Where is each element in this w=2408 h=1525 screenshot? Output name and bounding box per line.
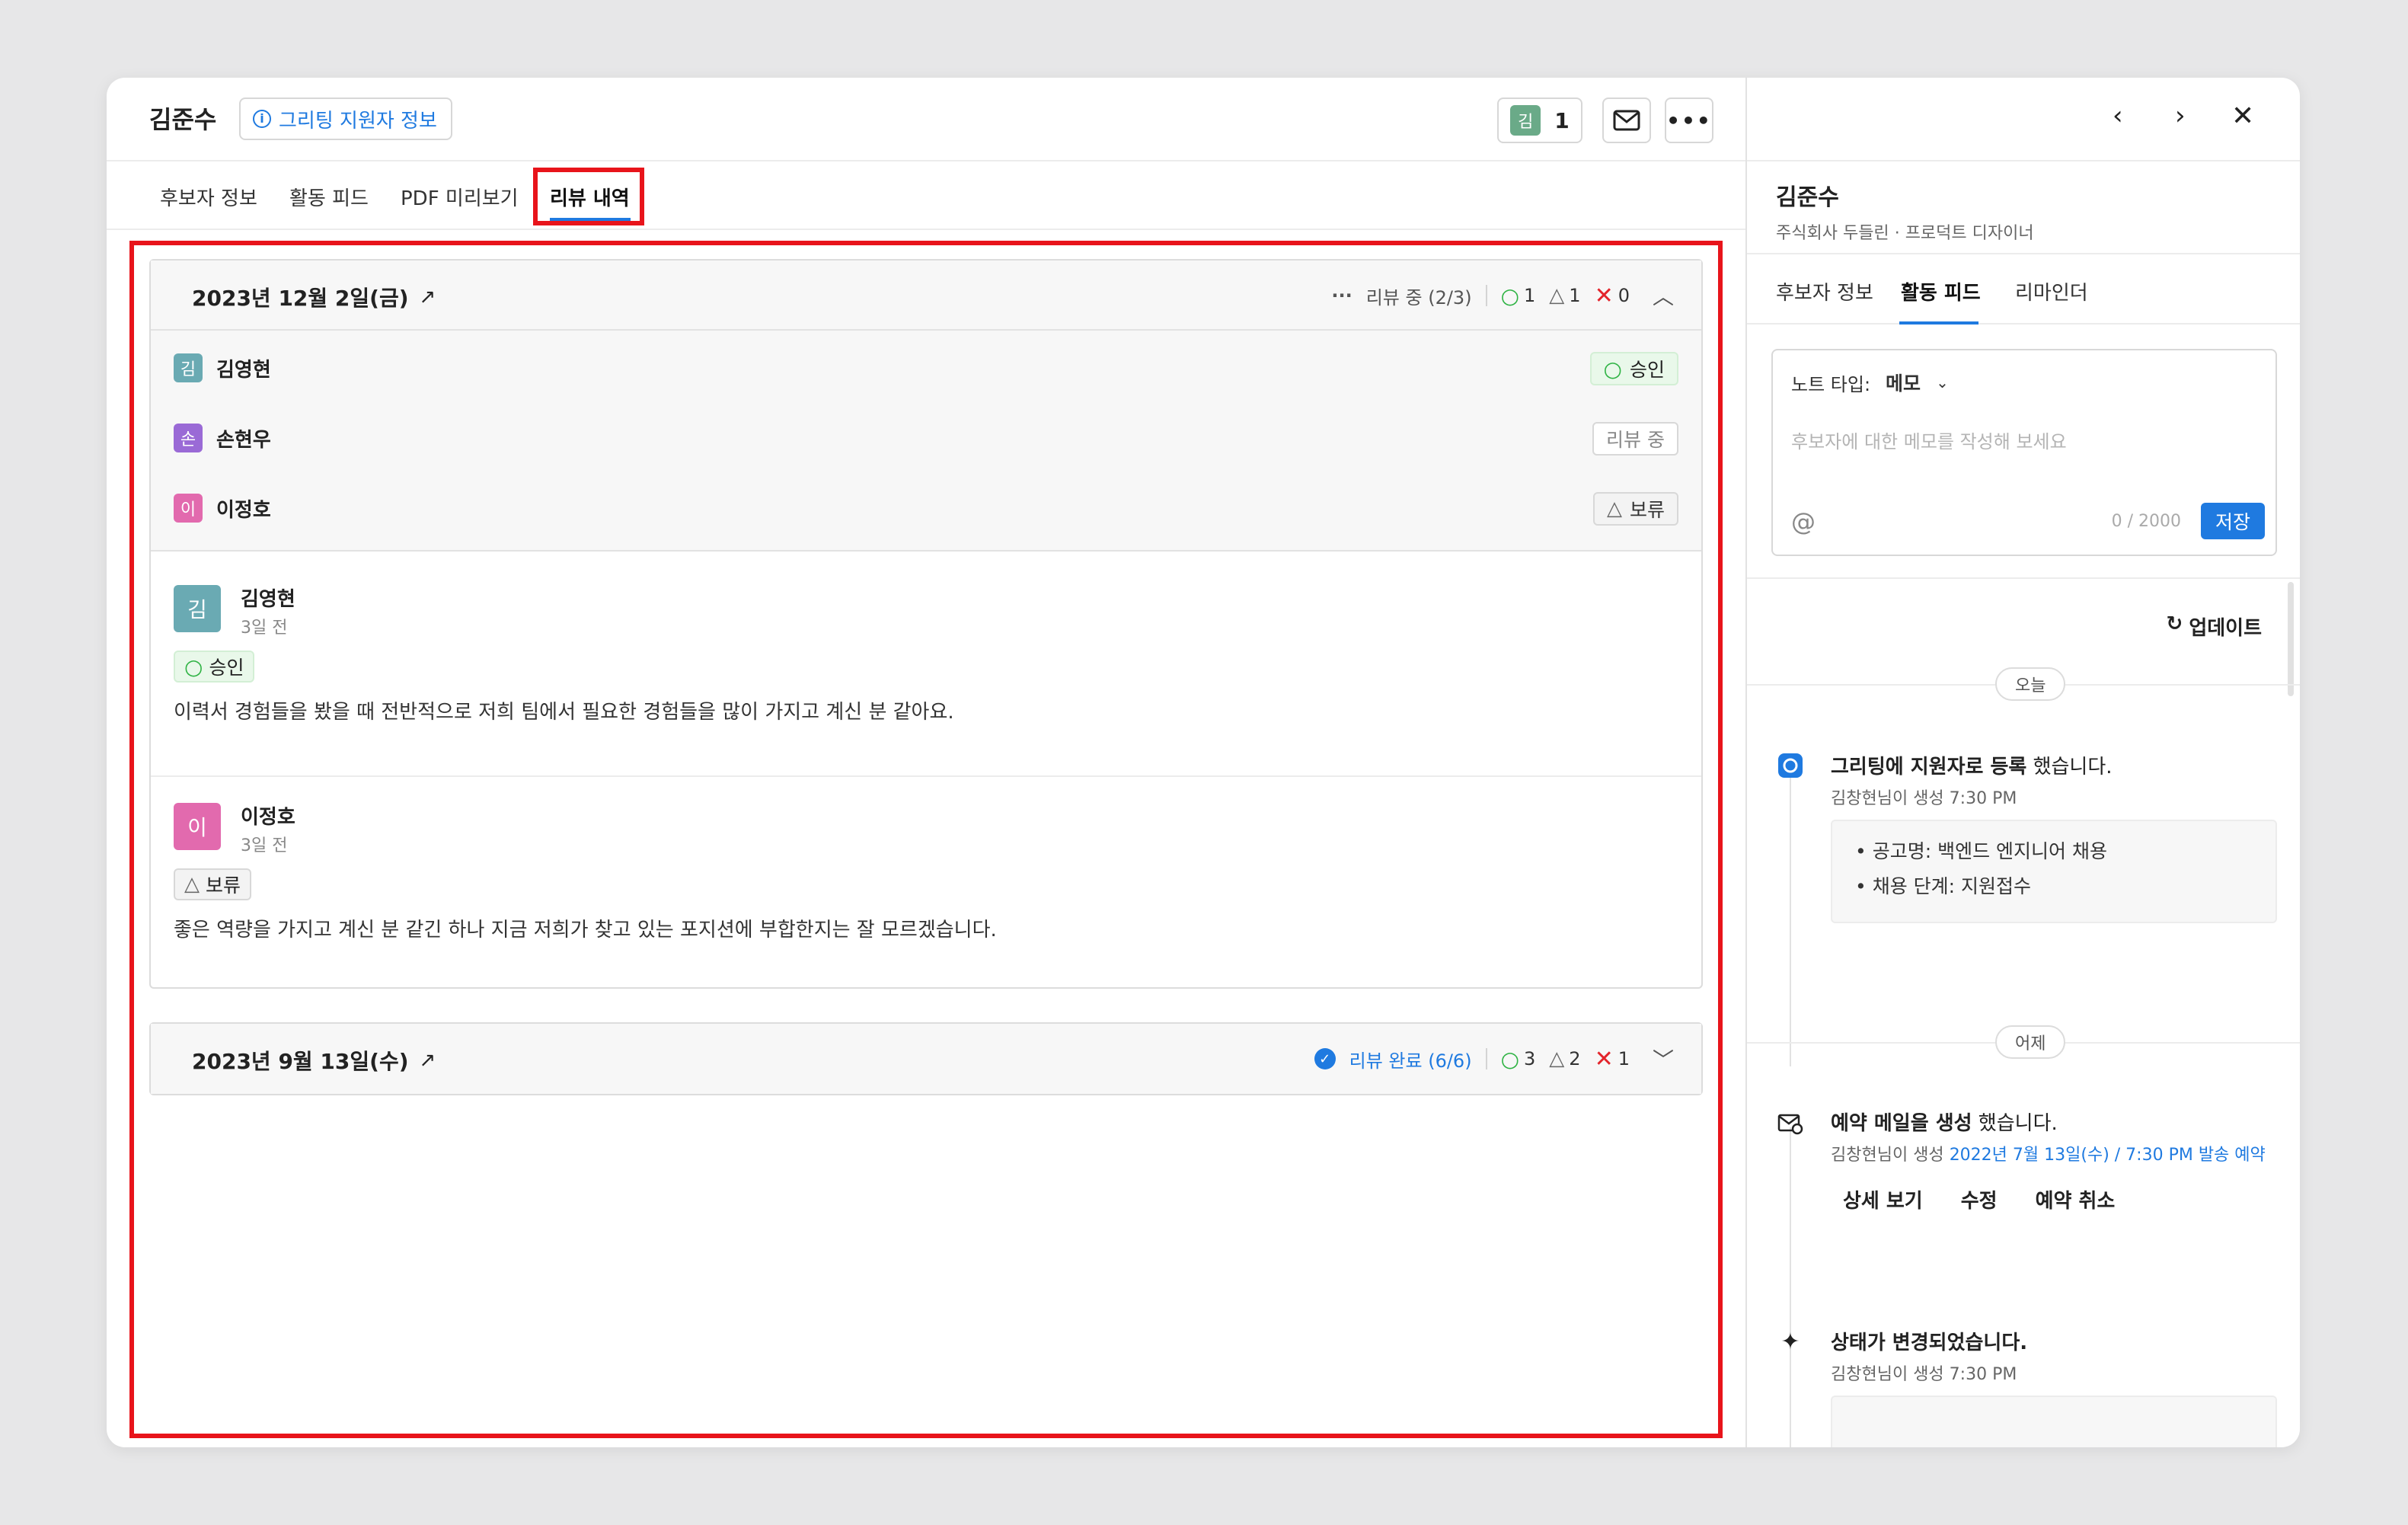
chevron-right-icon[interactable]: ›	[2175, 101, 2186, 131]
event-title: 그리팅에 지원자로 등록 했습니다.	[1831, 751, 2113, 779]
event-detail-line: • 채용 단계: 지원접수	[1855, 875, 2032, 897]
avatar: 김	[1510, 105, 1541, 136]
event-actions: 상세 보기 수정 예약 취소	[1843, 1185, 2115, 1213]
mail-button[interactable]	[1602, 98, 1651, 143]
timeline-line	[1790, 1127, 1791, 1356]
note-type-label: 노트 타입:	[1791, 373, 1871, 395]
timeline-line	[1790, 1348, 1791, 1447]
schedule-link[interactable]: 2022년 7월 13일(수) / 7:30 PM 발송 예약	[1950, 1146, 2266, 1165]
day-label: 오늘	[1995, 667, 2066, 701]
greeting-logo-icon	[1776, 751, 1805, 780]
role: 프로덕트 디자이너	[1905, 224, 2034, 243]
content-highlight-box	[129, 241, 1723, 1438]
event-meta-author: 김창현님이 생성	[1831, 1146, 1944, 1165]
event-title: 상태가 변경되었습니다.	[1831, 1327, 2027, 1355]
scrollbar[interactable]	[2288, 582, 2294, 696]
cancel-schedule-button[interactable]: 예약 취소	[2036, 1185, 2116, 1213]
event-title-rest: 했습니다.	[1972, 1112, 2058, 1135]
mail-icon	[1613, 110, 1640, 131]
candidate-name: 김준수	[149, 105, 217, 134]
assignee-count-button[interactable]: 김 1	[1497, 98, 1582, 143]
bullet: ·	[1894, 224, 1905, 243]
event-title-bold: 그리팅에 지원자로 등록	[1831, 756, 2027, 778]
side-candidate-subtitle: 주식회사 두들린 · 프로덕트 디자이너	[1776, 219, 2034, 244]
edit-button[interactable]: 수정	[1961, 1185, 1998, 1213]
tab-bar: 후보자 정보 활동 피드 PDF 미리보기 리뷰 내역	[107, 161, 1745, 230]
mention-icon[interactable]: @	[1791, 507, 1816, 536]
active-tab-indicator	[1899, 321, 1978, 325]
event-title-bold: 예약 메일을 생성	[1831, 1112, 1972, 1135]
side-panel: ‹ › ✕ 김준수 주식회사 두들린 · 프로덕트 디자이너 후보자 정보 활동…	[1745, 78, 2300, 1447]
close-icon[interactable]: ✕	[2231, 101, 2254, 132]
side-nav: ‹ › ✕	[1747, 78, 2300, 161]
tab-activity-feed[interactable]: 활동 피드	[289, 183, 369, 211]
char-counter: 0 / 2000	[2111, 512, 2181, 531]
update-label: 업데이트	[2189, 617, 2262, 640]
event-meta: 김창현님이 생성 7:30 PM	[1831, 1365, 2017, 1384]
assignee-count: 1	[1554, 107, 1570, 133]
tab-reminder[interactable]: 리마인더	[2015, 277, 2088, 305]
event-details: • 공고명: 백엔드 엔지니어 채용 • 채용 단계: 지원접수	[1831, 820, 2277, 923]
review-panel: 김준수 i 그리팅 지원자 정보 김 1 ••• 후보자 정보 활동 피드 PD…	[107, 78, 1745, 1447]
note-editor: 노트 타입: 메모 ⌄ 후보자에 대한 메모를 작성해 보세요 @ 0 / 20…	[1771, 349, 2277, 556]
more-icon: •••	[1666, 107, 1712, 133]
greeting-applicant-info-button[interactable]: i 그리팅 지원자 정보	[239, 98, 452, 140]
day-label: 어제	[1995, 1025, 2066, 1059]
event-title-rest: 했습니다.	[2026, 756, 2113, 778]
candidate-window: 김준수 i 그리팅 지원자 정보 김 1 ••• 후보자 정보 활동 피드 PD…	[107, 78, 2300, 1447]
timeline-line	[1790, 769, 1791, 1066]
event-meta: 김창현님이 생성 2022년 7월 13일(수) / 7:30 PM 발송 예약	[1831, 1141, 2266, 1165]
activity-feed: ↻ 업데이트 오늘 그리팅에 지원자로 등록 했습니다. 김창현님이 생성 7:…	[1747, 577, 2300, 1447]
event-details	[1831, 1396, 2277, 1447]
side-candidate-name: 김준수	[1776, 184, 1839, 211]
save-button[interactable]: 저장	[2201, 503, 2265, 539]
event-detail-line: • 공고명: 백엔드 엔지니어 채용	[1855, 840, 2107, 862]
info-icon: i	[253, 110, 271, 128]
chevron-down-icon: ⌄	[1936, 373, 1949, 392]
tab-candidate-info[interactable]: 후보자 정보	[160, 183, 257, 211]
note-type-value: 메모	[1886, 372, 1921, 395]
sparkle-icon: ✦	[1780, 1328, 1800, 1355]
tab-pdf-preview[interactable]: PDF 미리보기	[401, 183, 519, 211]
chevron-left-icon[interactable]: ‹	[2113, 101, 2123, 131]
refresh-icon: ↻	[2166, 612, 2183, 635]
company: 주식회사 두들린	[1776, 224, 1889, 243]
tab-highlight-box	[533, 168, 644, 225]
event-title: 예약 메일을 생성 했습니다.	[1831, 1108, 2058, 1136]
tab-activity-feed[interactable]: 활동 피드	[1901, 277, 1981, 305]
side-tab-bar: 후보자 정보 활동 피드 리마인더	[1747, 253, 2300, 325]
panel-header: 김준수 i 그리팅 지원자 정보 김 1 •••	[107, 78, 1745, 161]
event-meta: 김창현님이 생성 7:30 PM	[1831, 789, 2017, 808]
note-input[interactable]: 후보자에 대한 메모를 작성해 보세요	[1791, 427, 2067, 453]
update-button[interactable]: ↻ 업데이트	[2167, 612, 2262, 641]
info-chip-label: 그리팅 지원자 정보	[279, 109, 437, 133]
note-type-select[interactable]: 노트 타입: 메모 ⌄	[1791, 369, 1949, 396]
detail-view-button[interactable]: 상세 보기	[1843, 1185, 1923, 1213]
more-button[interactable]: •••	[1665, 98, 1713, 143]
scheduled-mail-icon	[1776, 1109, 1805, 1138]
event-title-bold: 상태가 변경되었습니다.	[1831, 1332, 2028, 1354]
tab-candidate-info[interactable]: 후보자 정보	[1776, 277, 1873, 305]
